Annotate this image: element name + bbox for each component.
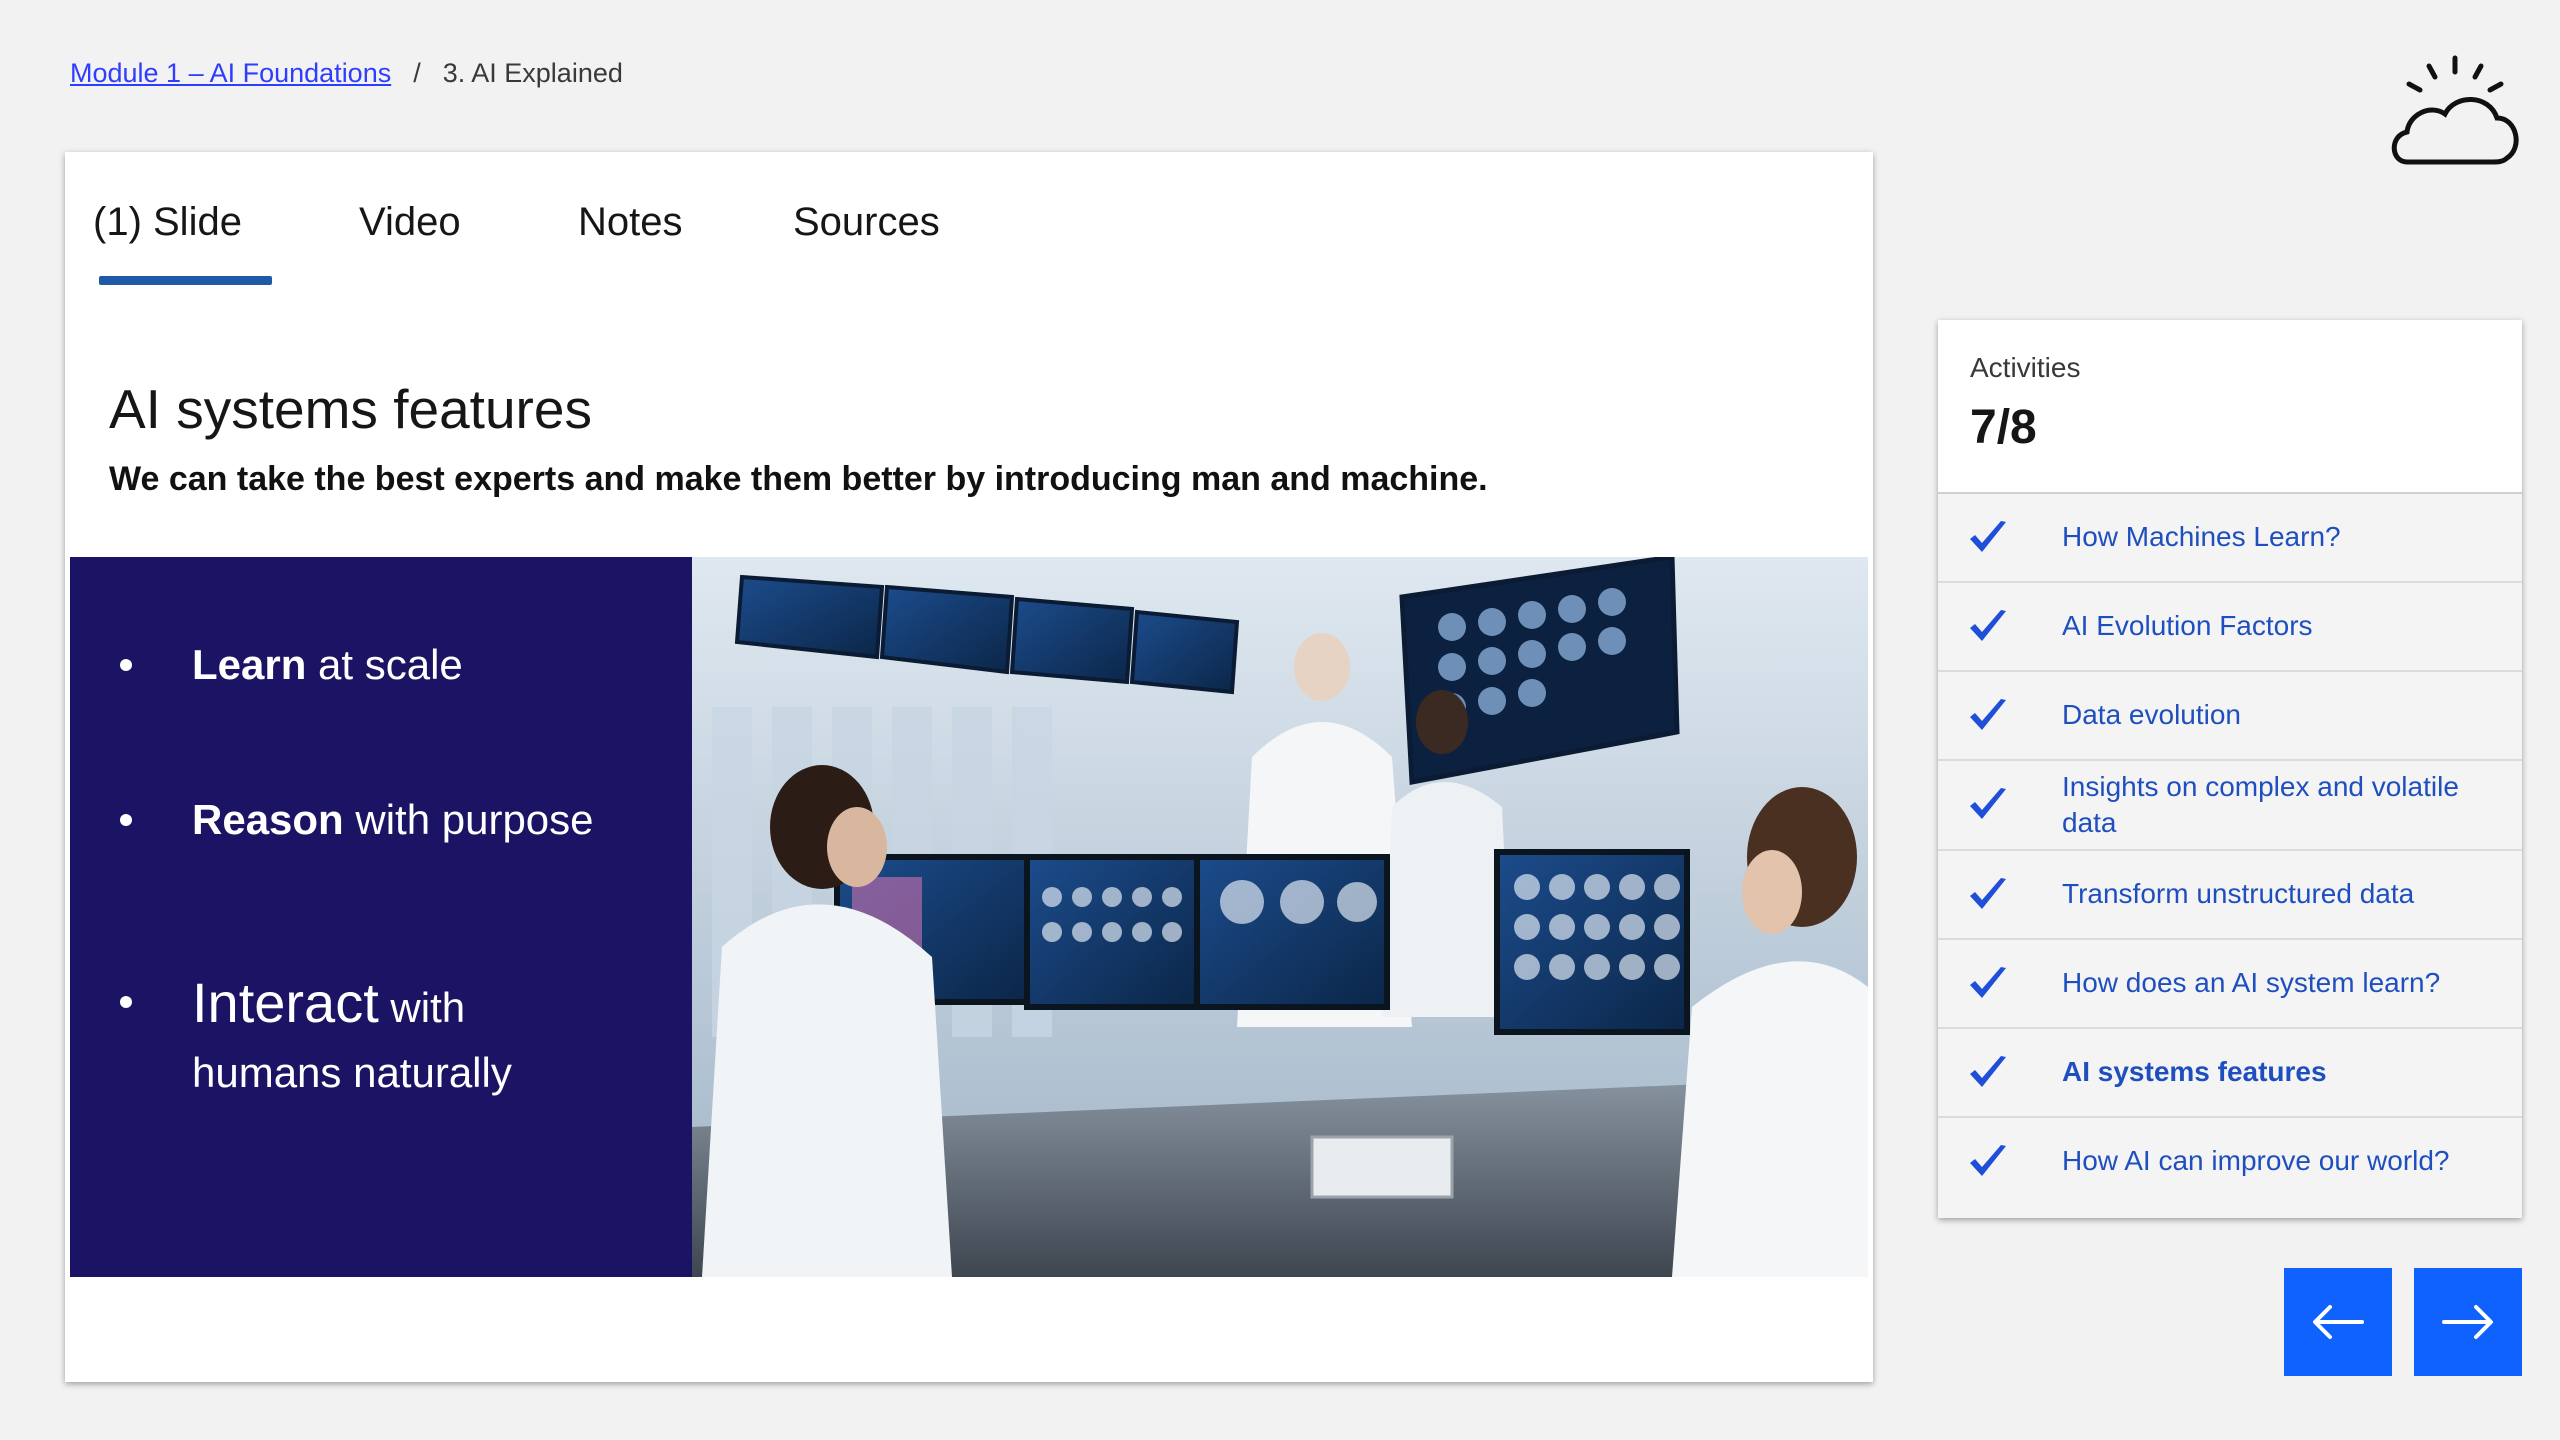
activity-title: Transform unstructured data <box>2062 878 2415 910</box>
activity-title: Insights on complex and volatile data <box>2062 770 2459 838</box>
features-panel: Learn at scale Reason with purpose Inter… <box>70 557 692 1277</box>
bullet-icon <box>120 814 132 826</box>
tab-sources[interactable]: Sources <box>793 200 940 245</box>
previous-button[interactable] <box>2284 1268 2392 1376</box>
slide-title: AI systems features <box>109 378 592 440</box>
feature-text: with <box>378 984 466 1031</box>
activity-title: How Machines Learn? <box>2062 521 2341 553</box>
activity-item-current[interactable]: AI systems features <box>1938 1029 2522 1118</box>
activity-title: AI systems features <box>2062 1056 2327 1088</box>
activity-item[interactable]: Transform unstructured data <box>1938 851 2522 940</box>
checkmark-icon <box>1970 788 2006 819</box>
activity-title: Data evolution <box>2062 699 2242 731</box>
activity-title: AI Evolution Factors <box>2062 610 2313 642</box>
next-button[interactable] <box>2414 1268 2522 1376</box>
feature-text: at scale <box>306 641 463 688</box>
feature-text-line2: humans naturally <box>192 1049 512 1097</box>
feature-learn: Learn at scale <box>120 635 463 696</box>
cloud-sun-icon <box>2385 52 2525 172</box>
feature-bold: Interact <box>192 971 379 1034</box>
activity-item[interactable]: Data evolution <box>1938 672 2522 761</box>
breadcrumb: Module 1 – AI Foundations / 3. AI Explai… <box>70 58 623 89</box>
slide-subtitle: We can take the best experts and make th… <box>109 460 1488 498</box>
feature-bold: Reason <box>192 796 344 843</box>
checkmark-icon <box>1970 1144 2006 1176</box>
activity-item[interactable]: How Machines Learn? <box>1938 494 2522 583</box>
activity-item[interactable]: Insights on complex and volatile data <box>1938 761 2522 851</box>
checkmark-icon <box>1970 520 2006 552</box>
checkmark-icon <box>1970 698 2006 730</box>
activities-panel: Activities 7/8 How Machines Learn? AI Ev… <box>1938 320 2522 1218</box>
lab-photo <box>692 557 1868 1277</box>
checkmark-icon <box>1970 609 2006 641</box>
checkmark-icon <box>1970 1055 2006 1087</box>
activity-item[interactable]: How AI can improve our world? <box>1938 1118 2522 1205</box>
feature-text: with purpose <box>343 796 594 843</box>
activity-title: How does an AI system learn? <box>2062 967 2441 999</box>
feature-bold: Learn <box>192 641 307 688</box>
activity-item[interactable]: How does an AI system learn? <box>1938 940 2522 1029</box>
feature-reason: Reason with purpose <box>120 790 594 851</box>
activity-title: How AI can improve our world? <box>2062 1145 2450 1177</box>
tab-video[interactable]: Video <box>359 200 461 245</box>
arrow-right-icon <box>2442 1305 2493 1339</box>
tab-slide[interactable]: (1) Slide <box>93 200 272 285</box>
bullet-icon <box>120 659 132 671</box>
checkmark-icon <box>1970 966 2006 998</box>
feature-interact: Interact with humans naturally <box>120 962 512 1104</box>
slide-card: (1) Slide Video Notes Sources AI systems… <box>65 152 1873 1382</box>
checkmark-icon <box>1970 877 2006 909</box>
breadcrumb-module-link[interactable]: Module 1 – AI Foundations <box>70 58 391 89</box>
tab-notes[interactable]: Notes <box>578 200 683 245</box>
activity-item[interactable]: AI Evolution Factors <box>1938 583 2522 672</box>
activities-header: Activities 7/8 <box>1938 320 2522 494</box>
activities-progress: 7/8 <box>1970 401 2037 454</box>
arrow-left-icon <box>2313 1305 2364 1339</box>
breadcrumb-current: 3. AI Explained <box>442 58 623 88</box>
breadcrumb-separator: / <box>413 58 421 88</box>
slide-content: Learn at scale Reason with purpose Inter… <box>70 557 1868 1277</box>
bullet-icon <box>120 996 132 1008</box>
activities-label: Activities <box>1970 352 2081 383</box>
